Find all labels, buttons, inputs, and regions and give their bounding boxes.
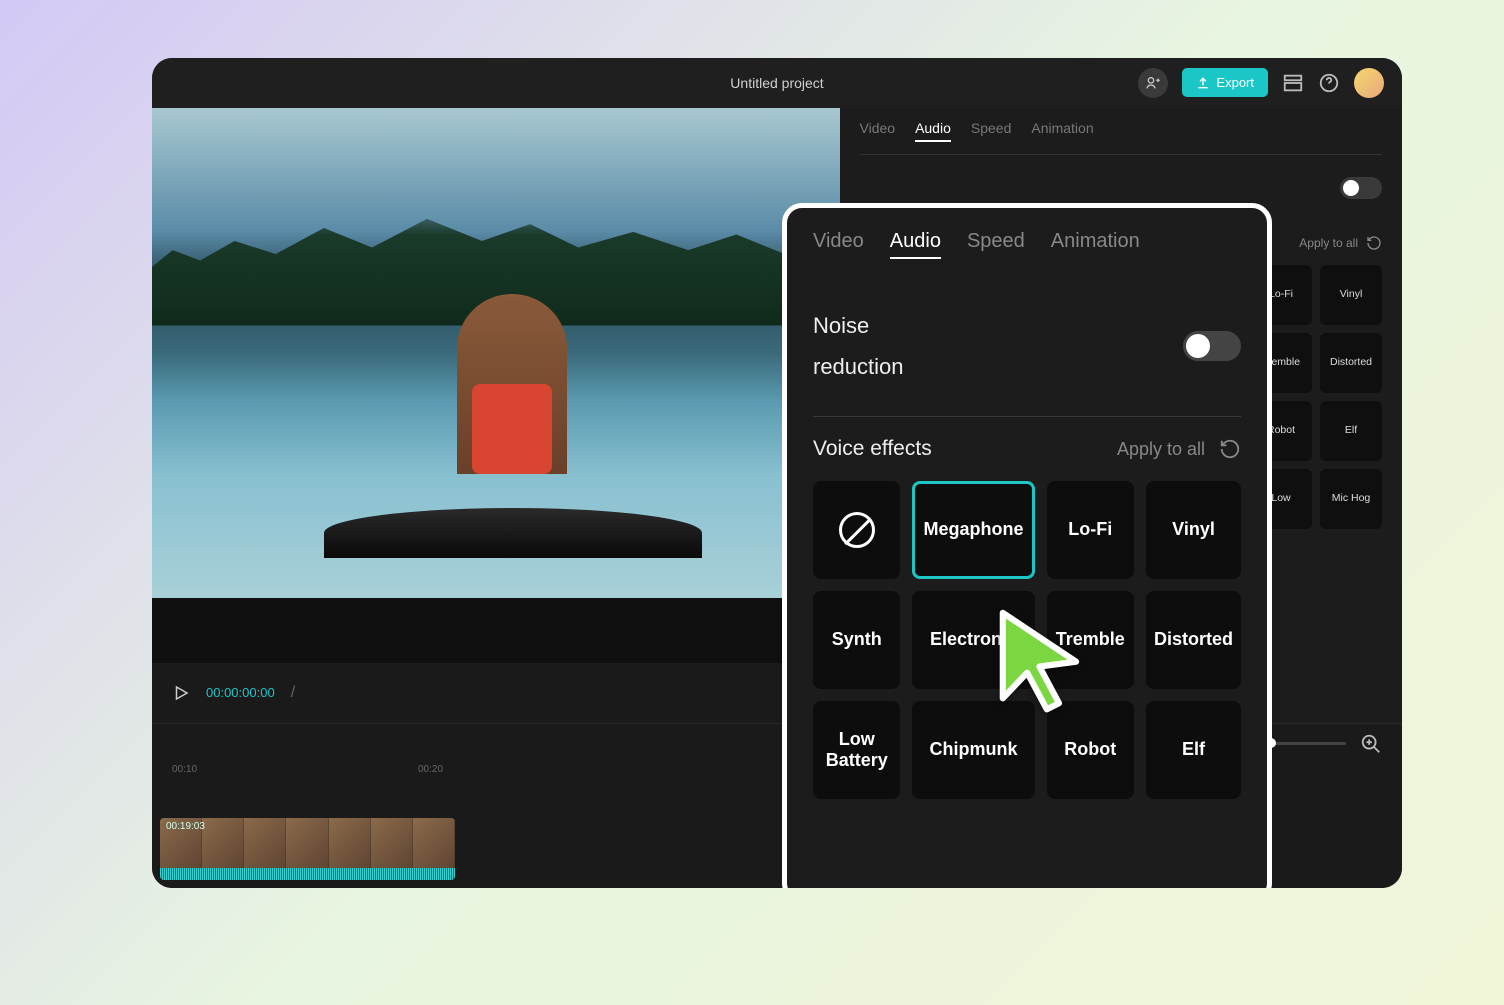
ruler-mark: 00:20 (418, 764, 664, 788)
voice-effect-mic-hog[interactable]: Mic Hog (1320, 469, 1382, 529)
panel-tabs: Video Audio Speed Animation (860, 108, 1383, 155)
reset-icon (1219, 438, 1241, 460)
titlebar: Untitled project Export (152, 58, 1402, 108)
voice-effects-grid-big: MegaphoneLo-FiVinyl SynthElectronicTrembl… (813, 481, 1241, 799)
video-clip[interactable]: 00:19:03 (160, 818, 455, 880)
voice-effect-lo-fi[interactable]: Lo-Fi (1047, 481, 1134, 579)
voice-effect-none[interactable] (813, 481, 900, 579)
voice-effect-elf[interactable]: Elf (1146, 701, 1241, 799)
voice-effect-tremble[interactable]: Tremble (1047, 591, 1134, 689)
user-share-icon[interactable] (1138, 68, 1168, 98)
noise-reduction-label: Noisereduction (813, 305, 904, 389)
project-title: Untitled project (730, 75, 823, 91)
popup-voice-effects-title: Voice effects (813, 437, 932, 461)
voice-effect-vinyl[interactable]: Vinyl (1320, 265, 1382, 325)
app-window: Untitled project Export (152, 58, 1402, 888)
popup-tabs: Video Audio Speed Animation (813, 230, 1241, 259)
apply-to-all-button[interactable]: Apply to all (1299, 235, 1382, 251)
popup-tab-video[interactable]: Video (813, 230, 864, 259)
play-icon[interactable] (172, 684, 190, 702)
titlebar-actions: Export (1138, 68, 1384, 98)
timecode-current: 00:00:00:00 (206, 685, 275, 700)
ruler-mark: 00:10 (172, 764, 418, 788)
tab-audio[interactable]: Audio (915, 120, 951, 142)
playback-bar: 00:00:00:00 / (152, 663, 840, 723)
avatar[interactable] (1354, 68, 1384, 98)
none-icon (839, 512, 875, 548)
voice-effect-vinyl[interactable]: Vinyl (1146, 481, 1241, 579)
voice-effect-distorted[interactable]: Distorted (1320, 333, 1382, 393)
voice-effect-chipmunk[interactable]: Chipmunk (912, 701, 1034, 799)
popup-noise-reduction-toggle[interactable] (1183, 331, 1241, 361)
tab-animation[interactable]: Animation (1031, 120, 1093, 142)
voice-effect-elf[interactable]: Elf (1320, 401, 1382, 461)
voice-effect-low-battery[interactable]: Low Battery (813, 701, 900, 799)
tab-video[interactable]: Video (860, 120, 896, 142)
voice-effect-megaphone[interactable]: Megaphone (912, 481, 1034, 579)
help-icon[interactable] (1318, 72, 1340, 94)
reset-icon (1366, 235, 1382, 251)
export-button[interactable]: Export (1182, 68, 1268, 97)
voice-effect-robot[interactable]: Robot (1047, 701, 1134, 799)
popup-tab-speed[interactable]: Speed (967, 230, 1025, 259)
tab-speed[interactable]: Speed (971, 120, 1011, 142)
layout-icon[interactable] (1282, 72, 1304, 94)
popup-tab-audio[interactable]: Audio (890, 230, 941, 259)
zoom-in-icon[interactable] (1360, 733, 1382, 755)
popup-tab-animation[interactable]: Animation (1051, 230, 1140, 259)
noise-reduction-toggle[interactable] (1340, 177, 1382, 199)
preview-area: 00:00:00:00 / (152, 108, 840, 723)
voice-effect-synth[interactable]: Synth (813, 591, 900, 689)
popup-voice-effects-header: Voice effects Apply to all (813, 437, 1241, 461)
voice-effect-electronic[interactable]: Electronic (912, 591, 1034, 689)
audio-panel-zoom: Video Audio Speed Animation Noisereducti… (782, 203, 1272, 888)
clip-duration-label: 00:19:03 (166, 821, 205, 832)
video-preview (152, 108, 840, 598)
popup-noise-reduction-row: Noisereduction (813, 287, 1241, 418)
voice-effect-distorted[interactable]: Distorted (1146, 591, 1241, 689)
popup-apply-to-all-button[interactable]: Apply to all (1117, 438, 1241, 460)
